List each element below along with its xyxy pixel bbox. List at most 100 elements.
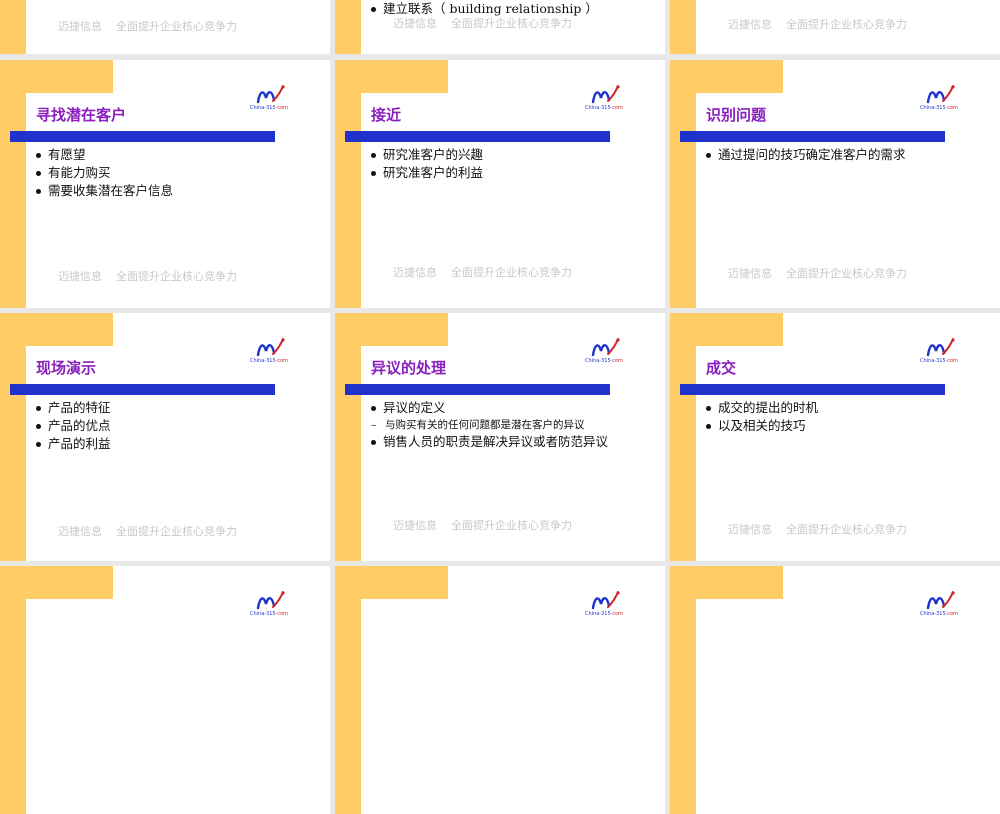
footer-slogan: 全面提升企业核心竞争力 [451,266,572,279]
slide-side-band [335,313,361,561]
bullet-item: 需要收集潜在客户信息 [34,182,173,200]
slide-footer: 迈捷信息 全面提升企业核心竞争力 [728,521,907,537]
logo-caption-suffix: ·com [275,611,288,617]
slide: 现场演示产品的特征 产品的优点 产品的利益迈捷信息 全面提升企业核心竞争力 China-… [0,313,330,561]
logo-mark-icon [256,85,285,104]
footer-slogan: 全面提升企业核心竞争力 [786,523,907,536]
logo-caption: China-315·com [585,611,623,617]
logo-caption-main: China-315 [250,358,276,364]
logo-caption: China-315·com [585,358,623,364]
slide-top-band [0,60,113,93]
bullet-list: 异议的定义与购买有关的任何问题都是潜在客户的异议销售人员的职责是解决异议或者防范… [369,399,608,451]
slide-footer: 迈捷信息 全面提升企业核心竞争力 [58,268,237,284]
footer-slogan: 全面提升企业核心竞争力 [116,270,237,283]
bullet-list: 研究准客户的兴趣 研究准客户的利益 [369,146,483,182]
slide-side-band [670,566,696,814]
slide-side-band [0,313,26,561]
logo: China-315·com [250,84,288,114]
footer-slogan: 全面提升企业核心竞争力 [786,267,907,280]
logo: China-315·com [920,84,958,114]
slide-top-band [0,566,113,599]
slide-top-band [670,60,783,93]
logo: China-315·com [920,337,958,367]
slide-top-band [335,60,448,93]
slide: China-315·com [670,566,1000,814]
slide-side-band [0,60,26,308]
bullet-item: 销售人员的职责是解决异议或者防范异议 [369,433,608,451]
slide-footer: 迈捷信息 全面提升企业核心竞争力 [393,517,572,533]
logo-caption-main: China-315 [250,105,276,111]
slide: 异议的处理异议的定义与购买有关的任何问题都是潜在客户的异议销售人员的职责是解决异… [335,313,665,561]
slide: 迈捷信息 全面提升企业核心竞争力 [670,0,1000,54]
bullet-item: 产品的利益 [34,435,111,453]
sub-bullet-item: 与购买有关的任何问题都是潜在客户的异议 [369,417,608,433]
logo-mark-icon [926,85,955,104]
title-rule [680,131,945,142]
footer-company: 迈捷信息 [393,266,437,279]
slide-title: 接近 [371,106,402,124]
title-rule [345,131,610,142]
slide: China-315·com [0,566,330,814]
logo-caption-suffix: ·com [610,611,623,617]
logo-caption-main: China-315 [585,358,611,364]
logo-mark-icon [256,591,285,610]
footer-company: 迈捷信息 [728,523,772,536]
bullet-item: 异议的定义 [369,399,608,417]
footer-company: 迈捷信息 [58,525,102,538]
slide: 识别问题通过提问的技巧确定准客户的需求迈捷信息 全面提升企业核心竞争力 China-… [670,60,1000,308]
slide-footer: 迈捷信息 全面提升企业核心竞争力 [58,18,237,34]
slide-title: 成交 [706,359,737,377]
bullet-list: 通过提问的技巧确定准客户的需求 [704,146,906,164]
logo: China-315·com [585,84,623,114]
logo-caption-suffix: ·com [945,358,958,364]
logo-mark-icon [591,591,620,610]
footer-company: 迈捷信息 [393,17,437,30]
slide-side-band [0,0,26,54]
logo-caption: China-315·com [585,105,623,111]
bullet-item: 研究准客户的兴趣 [369,146,483,164]
bullet-item: 产品的特征 [34,399,111,417]
logo-caption-suffix: ·com [275,105,288,111]
logo-caption: China-315·com [250,358,288,364]
logo-mark-icon [256,338,285,357]
logo-caption: China-315·com [250,105,288,111]
slide-side-band [0,566,26,814]
logo-mark-icon [591,338,620,357]
slide-side-band [670,313,696,561]
logo-caption-suffix: ·com [610,105,623,111]
footer-slogan: 全面提升企业核心竞争力 [451,519,572,532]
slide: 成交（closing）建立联系（ building relationship ）… [335,0,665,54]
slide-top-band [335,313,448,346]
slide: 迈捷信息 全面提升企业核心竞争力 [0,0,330,54]
logo-caption-main: China-315 [250,611,276,617]
logo-caption-main: China-315 [920,105,946,111]
bullet-item: 产品的优点 [34,417,111,435]
logo-caption-main: China-315 [920,358,946,364]
footer-slogan: 全面提升企业核心竞争力 [116,525,237,538]
title-rule [680,384,945,395]
slide-footer: 迈捷信息 全面提升企业核心竞争力 [393,15,572,31]
slide-title: 异议的处理 [371,359,447,377]
slide-footer: 迈捷信息 全面提升企业核心竞争力 [393,264,572,280]
slide-title: 识别问题 [706,106,767,124]
bullet-item: 有愿望 [34,146,173,164]
slide-top-band [670,313,783,346]
slide-top-band [670,566,783,599]
slide: 成交成交的提出的时机 以及相关的技巧迈捷信息 全面提升企业核心竞争力 China-31… [670,313,1000,561]
title-rule [345,384,610,395]
logo-caption-main: China-315 [585,611,611,617]
logo-mark-icon [926,338,955,357]
slide-footer: 迈捷信息 全面提升企业核心竞争力 [728,265,907,281]
title-rule [10,384,275,395]
logo-mark-icon [926,591,955,610]
slide-side-band [335,566,361,814]
footer-slogan: 全面提升企业核心竞争力 [451,17,572,30]
slide-title: 现场演示 [36,359,97,377]
bullet-item: 研究准客户的利益 [369,164,483,182]
bullet-item: 以及相关的技巧 [704,417,818,435]
logo-caption: China-315·com [250,611,288,617]
bullet-list: 成交的提出的时机 以及相关的技巧 [704,399,818,435]
logo-caption: China-315·com [920,358,958,364]
footer-company: 迈捷信息 [393,519,437,532]
slide: 接近研究准客户的兴趣 研究准客户的利益迈捷信息 全面提升企业核心竞争力 China-3… [335,60,665,308]
